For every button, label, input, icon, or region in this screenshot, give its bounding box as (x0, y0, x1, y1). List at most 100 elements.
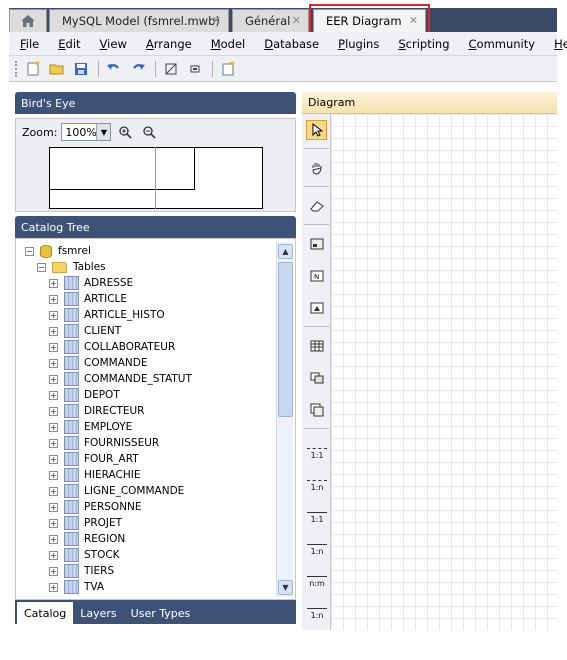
table-row[interactable]: + ARTICLE (49, 291, 127, 307)
image-tool-icon[interactable] (306, 298, 327, 318)
table-row[interactable]: + COMMANDE_STATUT (49, 371, 192, 387)
expand-icon[interactable]: + (49, 358, 58, 368)
tab-general[interactable]: Général ✕ (232, 9, 309, 32)
new-diagram-icon[interactable] (217, 59, 239, 79)
table-row[interactable]: + PROJET (49, 515, 122, 531)
menu-database[interactable]: Database (264, 37, 319, 51)
new-document-icon[interactable] (22, 59, 44, 79)
view-tool-icon[interactable] (306, 368, 327, 388)
close-icon[interactable]: ✕ (212, 14, 221, 27)
table-row[interactable]: + REGION (49, 531, 125, 547)
menu-edit[interactable]: Edit (58, 37, 80, 51)
menu-model[interactable]: Model (211, 37, 246, 51)
tab-mysql-model[interactable]: MySQL Model (fsmrel.mwb) ✕ (49, 9, 229, 32)
zoom-out-icon[interactable] (139, 123, 159, 141)
toggle-grid-icon[interactable] (160, 59, 182, 79)
menu-community[interactable]: Community (469, 37, 536, 51)
diagram-canvas[interactable] (331, 114, 557, 630)
menu-file[interactable]: File (20, 37, 39, 51)
routine-group-tool-icon[interactable] (306, 400, 327, 420)
expand-icon[interactable]: + (49, 406, 58, 416)
home-tab[interactable] (9, 9, 47, 32)
table-row[interactable]: + FOURNISSEUR (49, 435, 159, 451)
table-row[interactable]: + DIRECTEUR (49, 403, 144, 419)
table-row[interactable]: + COLLABORATEUR (49, 339, 175, 355)
tab-eer-diagram[interactable]: EER Diagram ✕ (313, 9, 426, 32)
menu-plugins[interactable]: Plugins (338, 37, 379, 51)
expand-icon[interactable]: + (49, 310, 58, 320)
expand-icon[interactable]: + (49, 582, 58, 592)
expand-icon[interactable]: + (49, 454, 58, 464)
expand-icon[interactable]: + (49, 374, 58, 384)
close-icon[interactable]: ✕ (409, 14, 418, 27)
close-icon[interactable]: ✕ (292, 14, 301, 27)
tab-catalog[interactable]: Catalog (17, 602, 74, 624)
viewport-rect[interactable] (49, 147, 195, 190)
table-row[interactable]: + LIGNE_COMMANDE (49, 483, 184, 499)
tab-user-types[interactable]: User Types (124, 602, 198, 624)
scroll-up-icon[interactable]: ▲ (278, 244, 293, 259)
zoom-select[interactable]: 100% ▼ (61, 123, 112, 141)
table-row[interactable]: + COMMANDE (49, 355, 147, 371)
table-row[interactable]: + STOCK (49, 547, 120, 563)
align-objects-icon[interactable] (184, 59, 206, 79)
table-row[interactable]: + EMPLOYE (49, 419, 132, 435)
tab-layers[interactable]: Layers (73, 602, 123, 624)
expand-icon[interactable]: + (49, 342, 58, 352)
table-row[interactable]: + FOUR_ART (49, 451, 139, 467)
save-icon[interactable] (70, 59, 92, 79)
folder-icon (52, 261, 67, 273)
scroll-down-icon[interactable]: ▼ (278, 580, 293, 595)
chevron-down-icon[interactable]: ▼ (96, 124, 111, 140)
menu-arrange[interactable]: Arrange (146, 37, 192, 51)
note-tool-icon[interactable]: N (306, 266, 327, 286)
relationship-n-m-icon[interactable]: n:m (305, 570, 329, 588)
table-row[interactable]: + DEPOT (49, 387, 120, 403)
expand-icon[interactable]: + (49, 550, 58, 560)
hand-tool-icon[interactable] (306, 158, 327, 178)
expand-icon[interactable]: + (49, 534, 58, 544)
relationship-1-n-icon[interactable]: 1:n (305, 474, 329, 492)
collapse-icon[interactable]: − (37, 262, 46, 272)
redo-icon[interactable] (127, 59, 149, 79)
open-folder-icon[interactable] (46, 59, 68, 79)
table-row[interactable]: + ARTICLE_HISTO (49, 307, 165, 323)
expand-icon[interactable]: + (49, 422, 58, 432)
expand-icon[interactable]: + (49, 486, 58, 496)
collapse-icon[interactable]: − (25, 246, 34, 256)
relationship-existing-columns-icon[interactable]: 1:n (305, 602, 329, 620)
table-row[interactable]: + TVA (49, 579, 104, 595)
expand-icon[interactable]: + (49, 390, 58, 400)
expand-icon[interactable]: + (49, 566, 58, 576)
table-row[interactable]: + ADRESSE (49, 275, 133, 291)
scroll-thumb[interactable] (278, 262, 293, 417)
table-tool-icon[interactable] (306, 336, 327, 356)
expand-icon[interactable]: + (49, 438, 58, 448)
select-tool-icon[interactable] (306, 120, 327, 140)
table-row[interactable]: + CLIENT (49, 323, 121, 339)
expand-icon[interactable]: + (49, 278, 58, 288)
relationship-1-1-identifying-icon[interactable]: 1:1 (305, 506, 329, 524)
eraser-tool-icon[interactable] (306, 196, 327, 216)
relationship-1-n-identifying-icon[interactable]: 1:n (305, 538, 329, 556)
catalog-scrollbar[interactable]: ▲ ▼ (276, 242, 293, 597)
expand-icon[interactable]: + (49, 326, 58, 336)
expand-icon[interactable]: + (49, 470, 58, 480)
expand-icon[interactable]: + (49, 502, 58, 512)
table-row[interactable]: + PERSONNE (49, 499, 142, 515)
menu-view[interactable]: View (100, 37, 127, 51)
zoom-in-icon[interactable] (115, 123, 135, 141)
expand-icon[interactable]: + (49, 518, 58, 528)
diagram-overview[interactable] (49, 147, 263, 209)
toolbar-grip[interactable] (15, 60, 18, 77)
tree-schema-node[interactable]: − fsmrel (25, 243, 91, 259)
layer-tool-icon[interactable] (306, 234, 327, 254)
menu-scripting[interactable]: Scripting (398, 37, 449, 51)
expand-icon[interactable]: + (49, 294, 58, 304)
tree-folder-node[interactable]: − Tables (37, 259, 106, 275)
table-row[interactable]: + TIERS (49, 563, 114, 579)
menu-help[interactable]: Help (554, 37, 567, 51)
relationship-1-1-icon[interactable]: 1:1 (305, 442, 329, 460)
table-row[interactable]: + HIERACHIE (49, 467, 140, 483)
undo-icon[interactable] (103, 59, 125, 79)
